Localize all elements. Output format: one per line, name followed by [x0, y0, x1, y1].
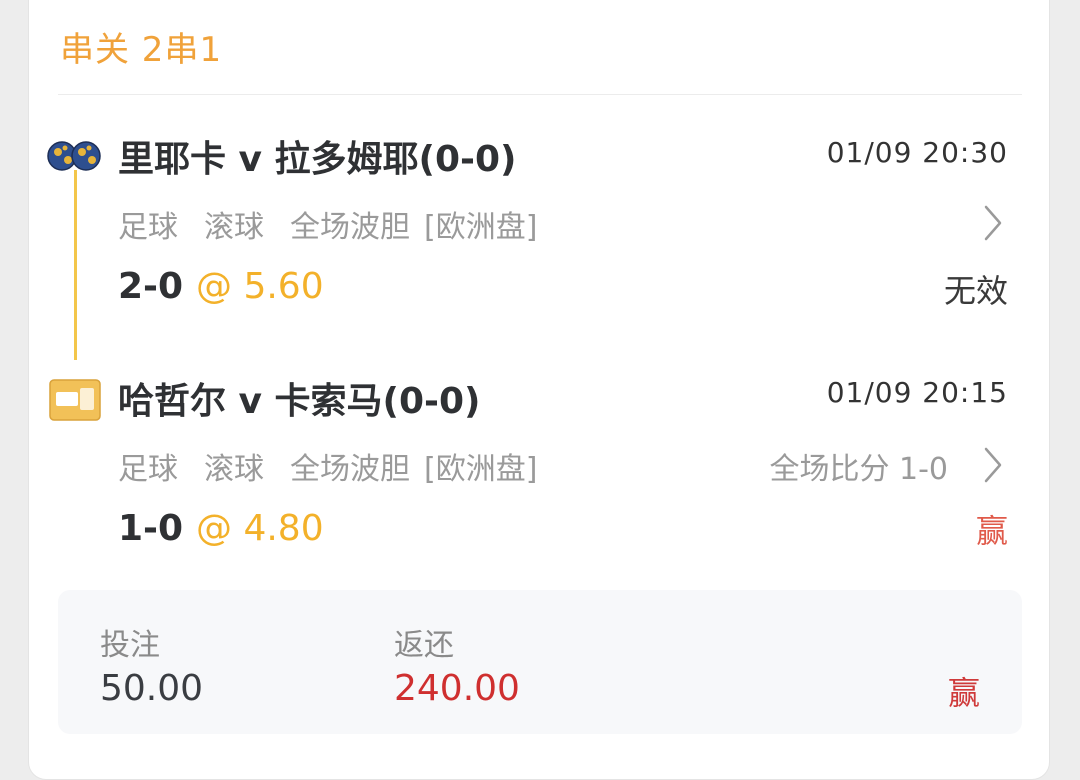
- sport-label: 足球: [118, 210, 178, 245]
- match-details: 足球 滚球 全场波胆 [欧洲盘]: [118, 444, 563, 488]
- match-details: 足球 滚球 全场波胆 [欧洲盘]: [118, 202, 563, 246]
- bet-summary: 投注 50.00 返还 240.00 赢: [58, 590, 1022, 734]
- parlay-title: 串关 2串1: [60, 30, 223, 70]
- sport-label: 足球: [118, 452, 178, 487]
- header-divider: [58, 94, 1022, 95]
- chevron-right-icon[interactable]: [982, 446, 1004, 484]
- soccer-balls-icon: [46, 134, 104, 184]
- final-score: 全场比分 1-0: [769, 452, 948, 487]
- return-value: 240.00: [394, 668, 520, 709]
- bet-result: 赢: [947, 674, 980, 712]
- match-title: 里耶卡 v 拉多姆耶(0-0): [118, 139, 517, 180]
- bet-type-label: 滚球: [204, 452, 264, 487]
- handicap-label: [欧洲盘]: [424, 452, 538, 487]
- pick-odds: @ 5.60: [196, 266, 324, 307]
- timeline-connector: [74, 170, 77, 360]
- leg-status: 赢: [975, 512, 1008, 550]
- bet-type-label: 滚球: [204, 210, 264, 245]
- leg-status: 无效: [943, 272, 1008, 310]
- chevron-right-icon[interactable]: [982, 204, 1004, 242]
- pick-score: 1-0: [118, 508, 184, 549]
- handicap-label: [欧洲盘]: [424, 210, 538, 245]
- pick-score: 2-0: [118, 266, 184, 307]
- market-label: 全场波胆: [290, 452, 410, 487]
- return-label: 返还: [394, 628, 454, 663]
- match-title: 哈哲尔 v 卡索马(0-0): [118, 381, 481, 422]
- pick-odds: @ 4.80: [196, 508, 324, 549]
- match-time: 01/09 20:15: [826, 376, 1008, 409]
- market-label: 全场波胆: [290, 210, 410, 245]
- stake-value: 50.00: [100, 668, 204, 709]
- match-time: 01/09 20:30: [826, 136, 1008, 169]
- league-badge-icon: [46, 372, 104, 422]
- stake-label: 投注: [100, 628, 160, 663]
